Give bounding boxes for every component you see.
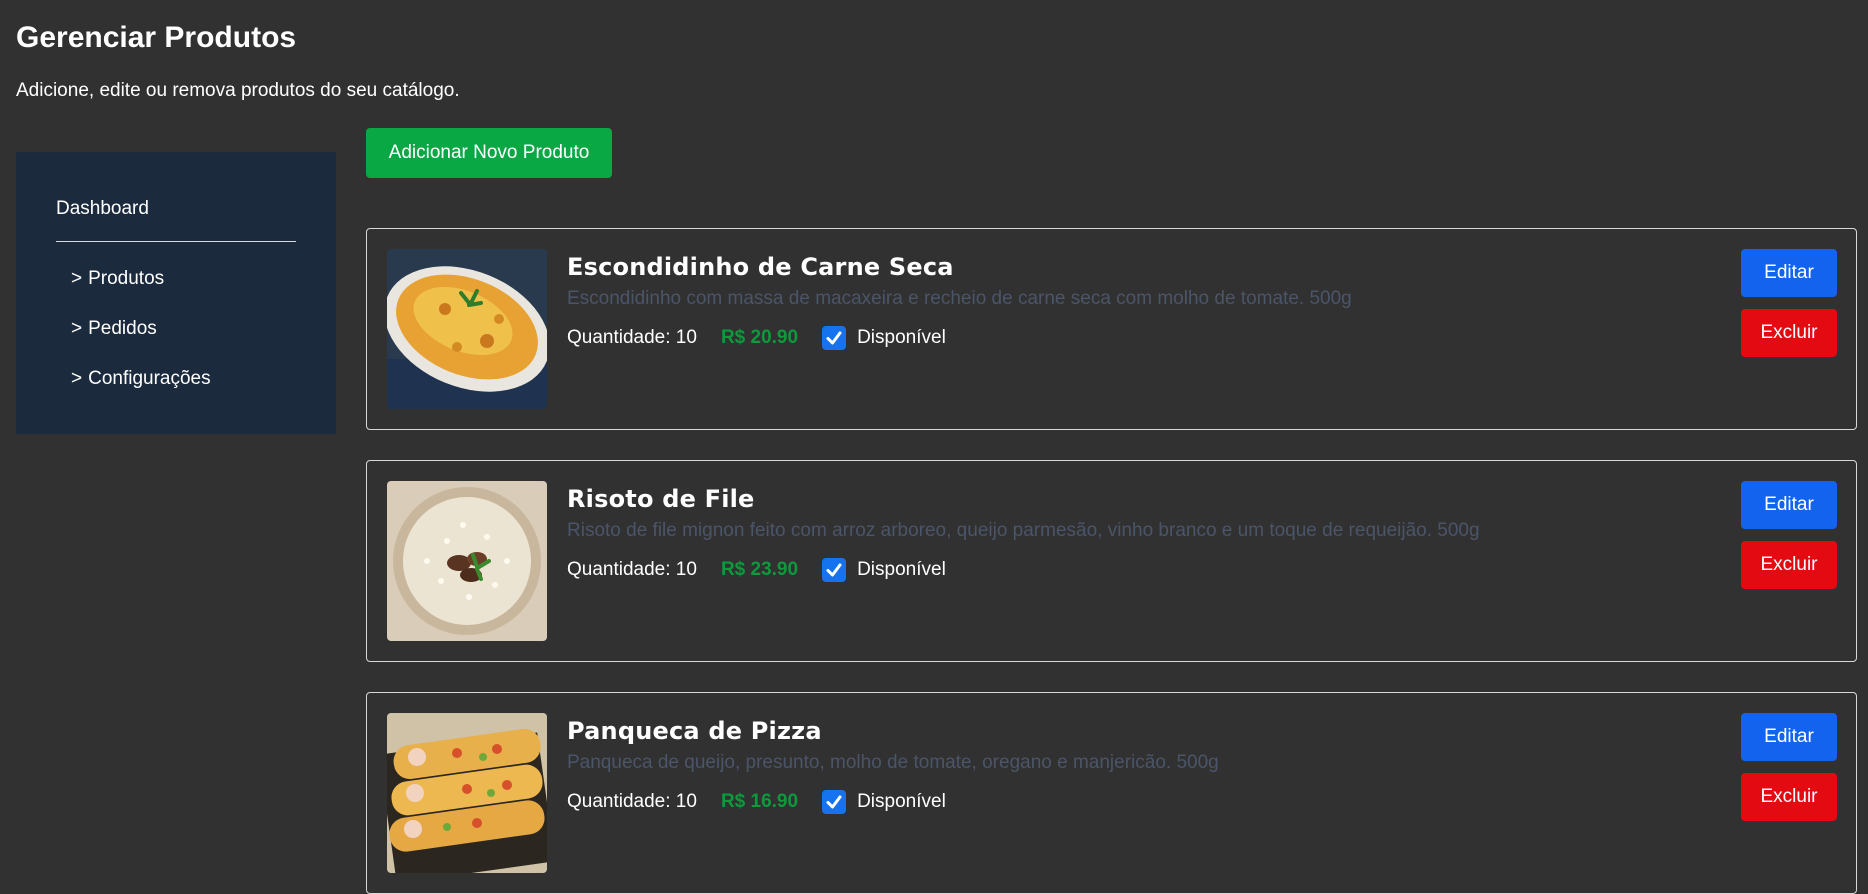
product-card: Escondidinho de Carne Seca Escondidinho …	[366, 228, 1857, 430]
edit-button[interactable]: Editar	[1741, 249, 1837, 297]
product-quantity: Quantidade: 10	[567, 559, 697, 580]
checkmark-icon	[826, 331, 842, 345]
product-image	[387, 249, 547, 409]
available-label: Disponível	[857, 791, 946, 812]
product-price: R$ 16.90	[720, 791, 799, 812]
delete-button[interactable]: Excluir	[1741, 773, 1837, 821]
sidebar-item-dashboard[interactable]: Dashboard	[56, 198, 149, 220]
product-description: Panqueca de queijo, presunto, molho de t…	[567, 752, 1219, 773]
sidebar: Dashboard > Produtos > Pedidos > Configuraç…	[16, 152, 336, 434]
chevron-right-icon: >	[71, 318, 83, 339]
available-label: Disponível	[857, 327, 946, 348]
product-price: R$ 20.90	[720, 327, 799, 348]
sidebar-item-label: Configurações	[88, 368, 211, 389]
product-meta: Quantidade: 10 R$ 20.90 Disponível	[567, 325, 946, 351]
edit-button[interactable]: Editar	[1741, 713, 1837, 761]
page-subtitle: Adicione, edite ou remova produtos do se…	[16, 80, 460, 101]
product-description: Escondidinho com massa de macaxeira e re…	[567, 288, 1352, 309]
page-title: Gerenciar Produtos	[16, 21, 297, 54]
checkmark-icon	[826, 563, 842, 577]
delete-button[interactable]: Excluir	[1741, 541, 1837, 589]
product-name: Panqueca de Pizza	[567, 717, 822, 745]
available-checkbox[interactable]	[822, 326, 847, 350]
delete-button[interactable]: Excluir	[1741, 309, 1837, 357]
available-checkbox[interactable]	[822, 558, 847, 582]
chevron-right-icon: >	[71, 268, 83, 289]
add-product-button[interactable]: Adicionar Novo Produto	[366, 128, 612, 178]
product-description: Risoto de file mignon feito com arroz ar…	[567, 520, 1480, 541]
product-image	[387, 713, 547, 873]
product-meta: Quantidade: 10 R$ 16.90 Disponível	[567, 789, 946, 815]
product-name: Escondidinho de Carne Seca	[567, 253, 954, 281]
sidebar-item-produtos[interactable]: > Produtos	[71, 268, 164, 290]
product-price: R$ 23.90	[720, 559, 799, 580]
product-card: Risoto de File Risoto de file mignon fei…	[366, 460, 1857, 662]
product-name: Risoto de File	[567, 485, 755, 513]
product-quantity: Quantidade: 10	[567, 791, 697, 812]
sidebar-item-pedidos[interactable]: > Pedidos	[71, 318, 157, 340]
sidebar-divider	[56, 241, 296, 242]
sidebar-item-label: Pedidos	[88, 318, 157, 339]
chevron-right-icon: >	[71, 368, 83, 389]
sidebar-item-configuracoes[interactable]: > Configurações	[71, 368, 211, 390]
product-meta: Quantidade: 10 R$ 23.90 Disponível	[567, 557, 946, 583]
checkmark-icon	[826, 795, 842, 809]
product-card: Panqueca de Pizza Panqueca de queijo, pr…	[366, 692, 1857, 894]
sidebar-item-label: Produtos	[88, 268, 165, 289]
edit-button[interactable]: Editar	[1741, 481, 1837, 529]
available-label: Disponível	[857, 559, 946, 580]
available-checkbox[interactable]	[822, 790, 847, 814]
product-image	[387, 481, 547, 641]
product-quantity: Quantidade: 10	[567, 327, 697, 348]
page-header: Gerenciar Produtos Adicione, edite ou re…	[16, 20, 460, 102]
